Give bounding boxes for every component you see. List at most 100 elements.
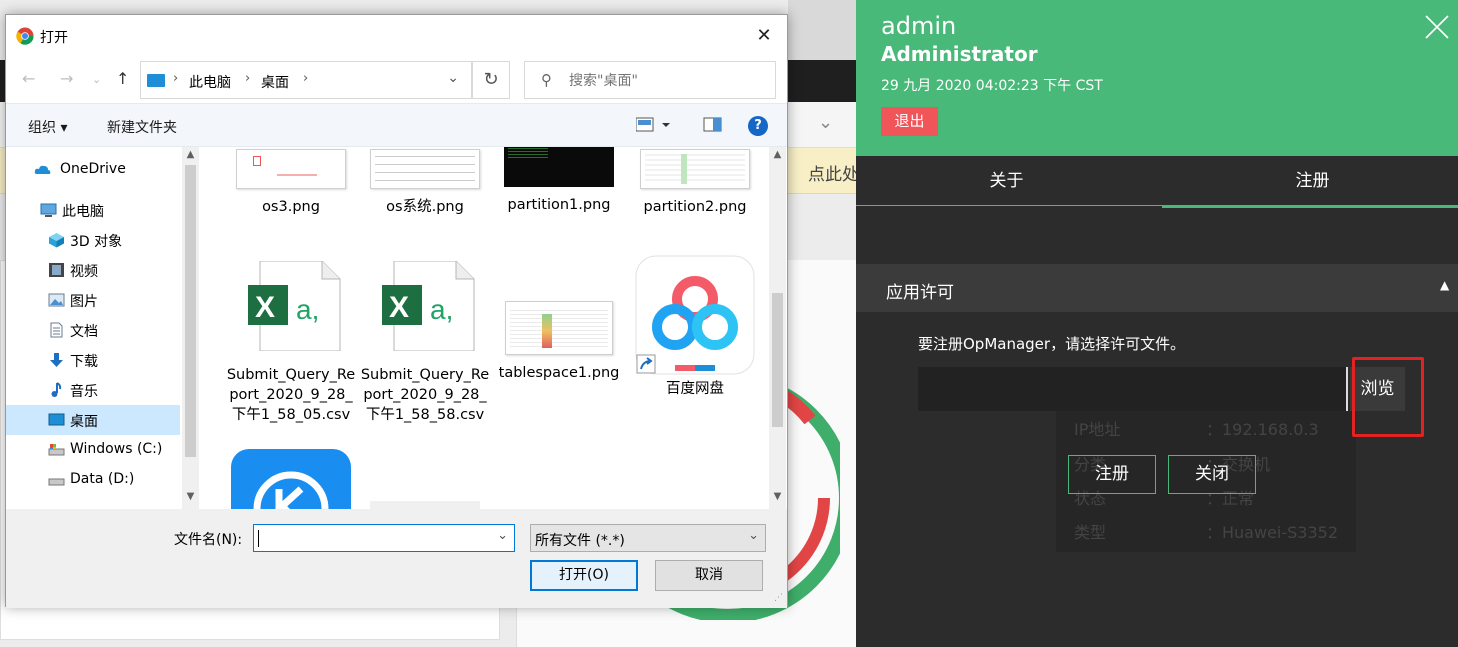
new-folder-button[interactable]: 新建文件夹 (107, 117, 177, 137)
breadcrumb-this-pc[interactable]: 此电脑 (189, 72, 231, 92)
file-item[interactable]: partition1.png (494, 147, 624, 215)
search-box[interactable]: ⚲ (524, 61, 776, 99)
file-item[interactable] (226, 447, 356, 509)
nav-item-label: 桌面 (70, 414, 98, 430)
nav-item-label: Data (D:) (70, 471, 135, 487)
chrome-icon (16, 27, 34, 45)
open-button[interactable]: 打开(O) (530, 560, 638, 591)
scroll-up-icon[interactable]: ▲ (769, 149, 786, 160)
nav-item-onedrive[interactable]: OneDrive (6, 155, 180, 185)
section-header[interactable]: 应用许可 ▲ (856, 264, 1458, 312)
image-thumbnail (236, 149, 346, 189)
file-list-scrollbar[interactable]: ▲ ▼ (769, 147, 786, 509)
view-options-icon[interactable] (635, 116, 670, 138)
svg-text:X: X (255, 291, 275, 324)
scrollbar-thumb[interactable] (772, 293, 783, 427)
help-icon[interactable]: ? (748, 116, 768, 136)
dialog-footer: 文件名(N): ⌄ 所有文件 (*.*) ⌄ 打开(O) 取消 ⋰ (6, 509, 787, 608)
nav-item-label: Windows (C:) (70, 441, 163, 457)
open-file-dialog: 打开 ✕ ← → ⌄ ↑ › 此电脑 › 桌面 › ⌄ ↻ ⚲ 组织 ▾ 新建文… (5, 14, 788, 608)
nav-item-drive-c[interactable]: Windows (C:) (6, 435, 180, 465)
dialog-title: 打开 (40, 30, 68, 46)
organize-button[interactable]: 组织 ▾ (28, 117, 67, 137)
refresh-button[interactable]: ↻ (472, 61, 510, 99)
desktop-icon (48, 413, 65, 426)
panel-tabs: 关于 注册 (856, 156, 1458, 208)
file-item[interactable]: X a, Submit_Query_Report_2020_9_28_下午1_5… (360, 260, 490, 425)
excel-file-icon: X a, (248, 260, 341, 352)
close-icon[interactable] (1424, 14, 1450, 40)
caret-up-icon: ▲ (1440, 278, 1450, 292)
dialog-close-button[interactable]: ✕ (741, 15, 787, 57)
file-name: os系统.png (386, 199, 464, 215)
device-field-value: ：Huawei-S3352 (1206, 523, 1339, 542)
file-item[interactable]: os3.png (226, 149, 356, 217)
navigation-scrollbar[interactable]: ▲ ▼ (182, 147, 199, 509)
file-name: partition1.png (507, 197, 611, 213)
nav-item-label: 图片 (70, 294, 98, 310)
cancel-button[interactable]: 取消 (655, 560, 763, 591)
tab-divider (856, 205, 1162, 206)
navigation-row: ← → ⌄ ↑ › 此电脑 › 桌面 › ⌄ ↻ ⚲ (6, 57, 787, 103)
music-icon (51, 382, 62, 397)
nav-item-this-pc[interactable]: 此电脑 (6, 195, 180, 225)
username: admin (881, 12, 957, 40)
svg-text:a,: a, (296, 294, 319, 325)
device-field-value: ：192.168.0.3 (1206, 420, 1319, 439)
file-item[interactable] (360, 501, 490, 509)
nav-item-label: 3D 对象 (70, 234, 123, 250)
logout-button[interactable]: 退出 (881, 107, 938, 136)
download-icon (50, 353, 63, 367)
file-item[interactable]: os系统.png (360, 149, 490, 217)
nav-item-desktop[interactable]: 桌面 (6, 405, 180, 435)
nav-item-3d-objects[interactable]: 3D 对象 (6, 225, 180, 255)
nav-item-music[interactable]: 音乐 (6, 375, 180, 405)
close-button[interactable]: 关闭 (1168, 455, 1256, 494)
file-item[interactable]: 百度网盘 (630, 255, 760, 399)
image-thumbnail (370, 501, 480, 509)
search-icon: ⚲ (541, 71, 552, 89)
svg-text:a,: a, (430, 294, 453, 325)
cube-icon (49, 233, 64, 248)
scroll-down-icon[interactable]: ▼ (769, 491, 786, 502)
nav-item-documents[interactable]: 文档 (6, 315, 180, 345)
filename-input[interactable]: ⌄ (253, 524, 515, 552)
register-button[interactable]: 注册 (1068, 455, 1156, 494)
resize-grip-icon[interactable]: ⋰ (774, 593, 783, 603)
nav-item-downloads[interactable]: 下载 (6, 345, 180, 375)
breadcrumb-desktop[interactable]: 桌面 (261, 72, 289, 92)
search-input[interactable] (569, 70, 769, 92)
file-item[interactable]: tablespace1.png (494, 261, 624, 383)
computer-icon (40, 203, 57, 217)
forward-arrow-icon[interactable]: → (60, 69, 73, 88)
back-arrow-icon[interactable]: ← (22, 69, 35, 88)
scroll-up-icon[interactable]: ▲ (182, 149, 199, 160)
terminal-thumbnail (504, 147, 614, 187)
address-dropdown-icon[interactable]: ⌄ (447, 70, 459, 86)
recent-locations-chevron-icon[interactable]: ⌄ (92, 73, 101, 86)
license-file-input[interactable] (918, 367, 1348, 411)
svg-text:X: X (389, 291, 409, 324)
file-name: os3.png (262, 199, 320, 215)
file-item[interactable]: X a, Submit_Query_Report_2020_9_28_下午1_5… (226, 260, 356, 425)
preview-pane-icon[interactable] (703, 116, 723, 138)
up-arrow-icon[interactable]: ↑ (116, 69, 129, 88)
file-name: Submit_Query_Report_2020_9_28_下午1_58_05.… (226, 367, 356, 423)
scroll-down-icon[interactable]: ▼ (182, 491, 199, 502)
tab-register[interactable]: 注册 (1162, 156, 1458, 208)
file-type-select[interactable]: 所有文件 (*.*) ⌄ (530, 524, 766, 552)
scrollbar-thumb[interactable] (185, 165, 196, 457)
nav-item-drive-d[interactable]: Data (D:) (6, 465, 180, 495)
breadcrumb-separator-icon: › (173, 71, 179, 86)
nav-item-videos[interactable]: 视频 (6, 255, 180, 285)
cloud-icon (34, 165, 51, 174)
file-item[interactable]: partition2.png (630, 149, 760, 217)
tab-about[interactable]: 关于 (856, 156, 1157, 208)
baidu-netdisk-icon (635, 255, 755, 375)
nav-item-pictures[interactable]: 图片 (6, 285, 180, 315)
chevron-down-icon[interactable]: ⌄ (497, 528, 508, 543)
address-bar[interactable]: › 此电脑 › 桌面 › ⌄ (140, 61, 472, 99)
command-bar: 组织 ▾ 新建文件夹 ? (6, 103, 787, 147)
panel-header: admin Administrator 29 九月 2020 04:02:23 … (856, 0, 1458, 156)
drive-c-icon (48, 444, 65, 456)
